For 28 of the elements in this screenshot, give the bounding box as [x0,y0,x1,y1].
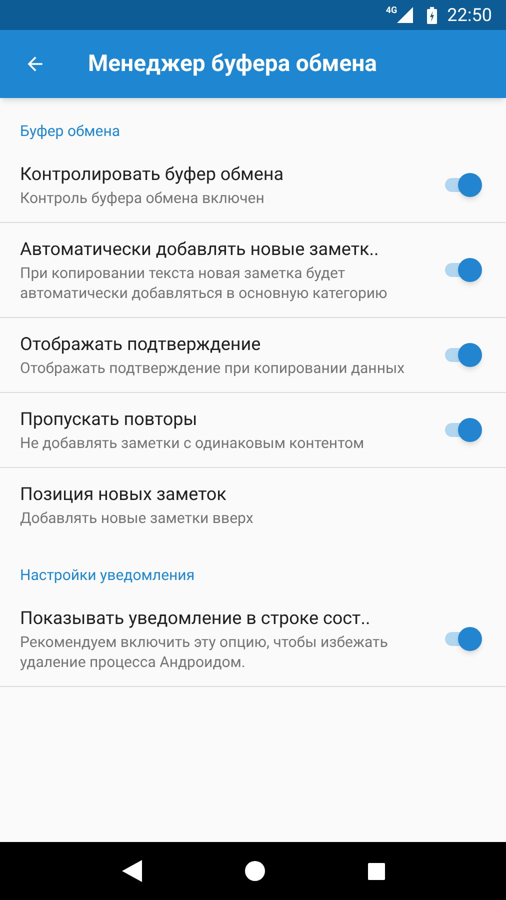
settings-item[interactable]: Контролировать буфер обмена Контроль буфера обмена включен [0,148,506,223]
recents-square-icon[interactable] [368,862,384,880]
item-title: Пропускать повторы [20,408,198,432]
section-header: Буфер обмена [20,120,120,142]
settings-item[interactable]: Показывать уведомление в строке сост.. Рекомендуем включить эту опцию, чтобы избежать удаление процесса Андроидом. [0,592,506,687]
item-summary: Отображать подтверждение при копировании данных [20,358,406,378]
item-summary: Рекомендуем включить эту опцию, чтобы избежать удаление процесса Андроидом. [20,632,389,672]
home-circle-icon[interactable] [244,861,264,881]
item-title: Позиция новых заметок [20,483,228,507]
signal-icon [397,7,414,23]
item-title: Автоматически добавлять новые заметк.. [20,238,380,262]
item-title: Показывать уведомление в строке сост.. [20,607,372,631]
settings-item[interactable]: Пропускать повторы Не добавлять заметки с одинаковым контентом [0,393,506,468]
section-header: Настройки уведомления [20,564,195,586]
item-title: Отображать подтверждение [20,333,262,357]
settings-item[interactable]: Позиция новых заметок Добавлять новые заметки вверх [0,468,506,542]
settings-item[interactable]: Автоматически добавлять новые заметк.. При копировании текста новая заметка будет автоматически добавляться в основную категорию [0,223,506,318]
item-summary: Не добавлять заметки с одинаковым контентом [20,433,366,453]
item-summary: При копировании текста новая заметка будет автоматически добавляться в основную категорию [20,263,388,303]
settings-item[interactable]: Отображать подтверждение Отображать подтверждение при копировании данных [0,318,506,393]
item-title: Контролировать буфер обмена [20,163,285,187]
network-label: 4G [386,7,398,16]
back-triangle-icon[interactable] [122,860,142,882]
battery-icon [427,6,438,24]
clock: 22:50 [447,4,492,28]
item-summary: Добавлять новые заметки вверх [20,508,254,528]
item-summary: Контроль буфера обмена включен [20,188,266,208]
app-bar-title: Менеджер буфера обмена [88,48,377,79]
